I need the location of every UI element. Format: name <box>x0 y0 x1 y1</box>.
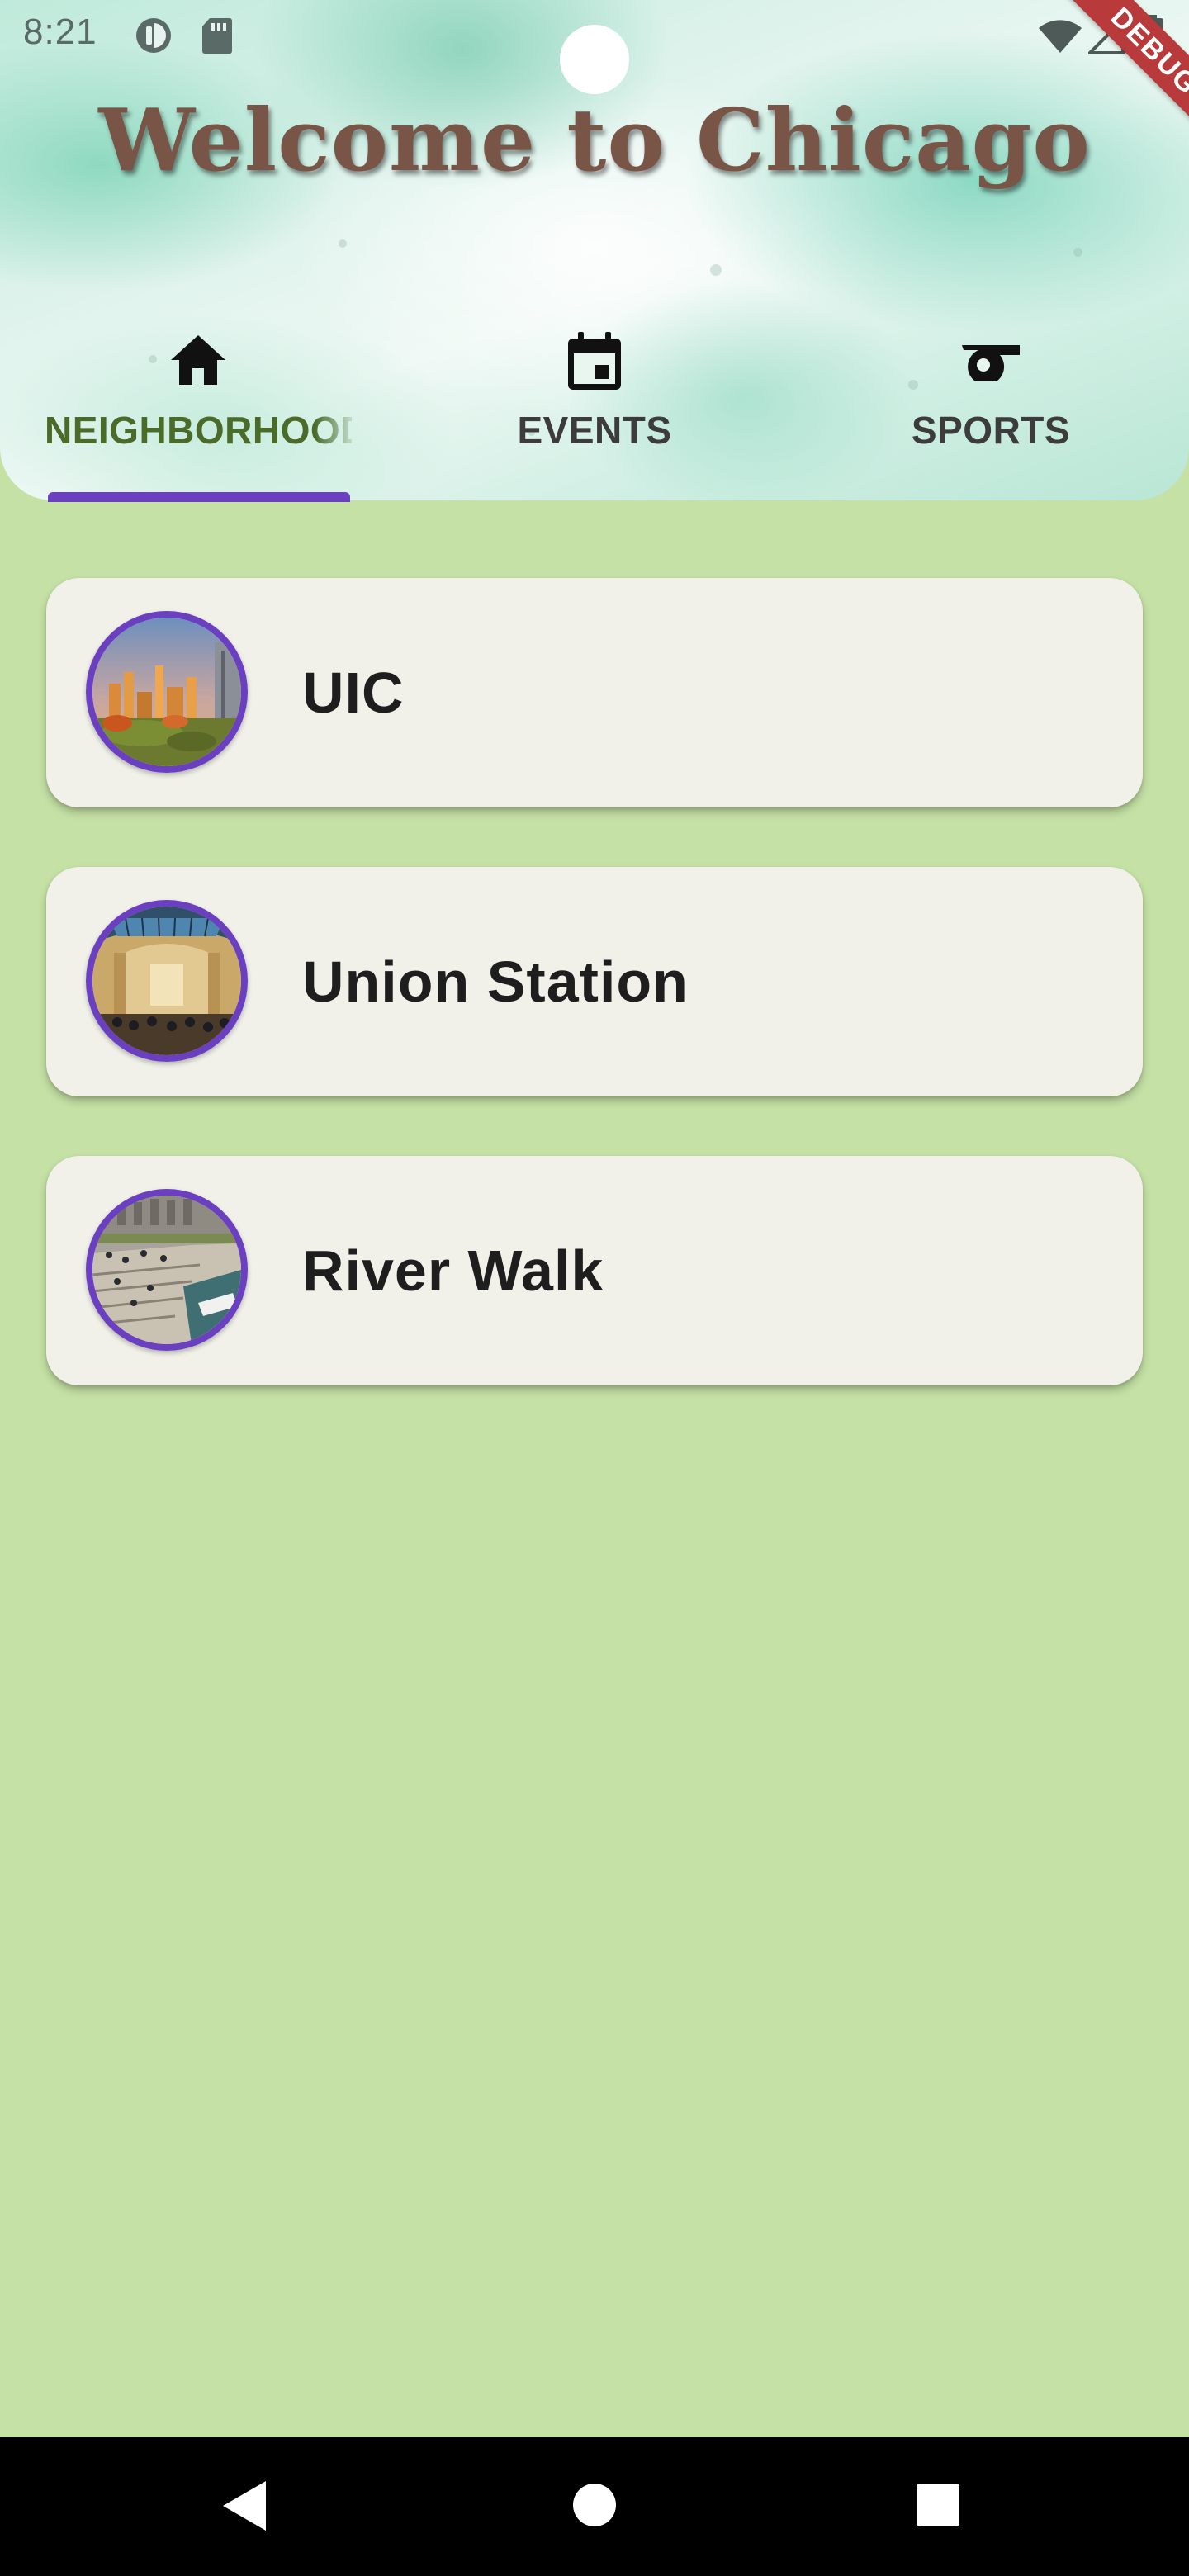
sd-card-icon <box>201 17 233 59</box>
tab-label: SPORTS <box>911 409 1071 452</box>
tab-neighborhoods[interactable]: NEIGHBORHOODS <box>0 322 396 500</box>
back-icon[interactable] <box>220 2479 277 2536</box>
tab-bar: NEIGHBORHOODS EVENTS <box>0 322 1189 500</box>
status-time: 8:21 <box>23 12 97 52</box>
tab-indicator <box>48 492 350 502</box>
home-circle-icon[interactable] <box>568 2479 626 2536</box>
camera-cutout <box>560 25 629 94</box>
watercolor-speckle <box>339 239 347 248</box>
place-thumbnail-river-walk <box>86 1189 248 1351</box>
page-title: Welcome to Chicago <box>98 89 1091 191</box>
place-card-union-station[interactable]: Union Station <box>46 867 1143 1096</box>
system-nav-bar <box>0 2437 1189 2576</box>
calendar-icon <box>566 332 623 395</box>
tab-sports[interactable]: SPORTS <box>793 322 1189 500</box>
whistle-icon <box>959 343 1023 386</box>
app-header: 8:21 Welcome to Chicago NEIGHBORHOO EVEN… <box>0 0 1189 500</box>
place-name: River Walk <box>302 1238 604 1303</box>
place-card-river-walk[interactable]: River Walk <box>46 1156 1143 1385</box>
watercolor-speckle <box>710 264 722 276</box>
place-thumbnail-uic <box>86 611 248 773</box>
place-name: UIC <box>302 661 405 725</box>
place-name: Union Station <box>302 949 689 1014</box>
place-list: UIC Union Station River Walk <box>46 578 1143 1445</box>
recents-square-icon[interactable] <box>915 2482 973 2540</box>
home-icon <box>169 334 227 391</box>
tab-events[interactable]: EVENTS <box>396 322 793 500</box>
app-screen: 8:21 Welcome to Chicago NEIGHBORHOO EVEN… <box>0 0 1189 2576</box>
place-card-uic[interactable]: UIC <box>46 578 1143 807</box>
place-thumbnail-union-station <box>86 900 248 1062</box>
tab-label: NEIGHBORHOODS <box>45 409 352 452</box>
tab-label: EVENTS <box>517 409 672 452</box>
watercolor-speckle <box>1073 248 1082 257</box>
sync-icon <box>132 17 175 59</box>
wifi-icon <box>1037 18 1083 59</box>
